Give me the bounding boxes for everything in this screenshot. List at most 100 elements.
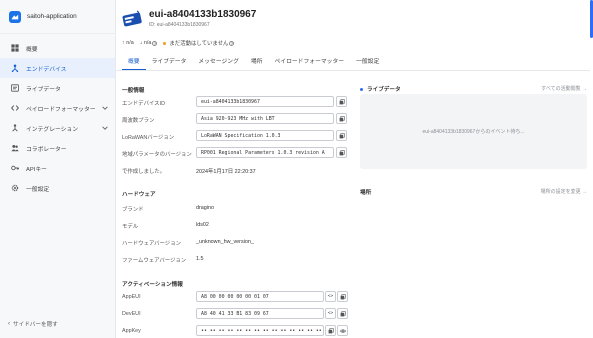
device-id-line: ID: eui-a8404133b1830967 — [149, 22, 210, 28]
sidebar-item-label: APIキー — [26, 166, 47, 173]
downlink-count: n/a — [143, 40, 152, 46]
activity-status-text: まだ活動はしていません — [169, 41, 229, 47]
device-icon — [10, 63, 20, 73]
page-title: eui-a8404133b1830967 — [149, 9, 257, 20]
regional-params-field[interactable]: RP001 Regional Parameters 1.0.3 revision… — [196, 147, 334, 158]
tab-payload-formatters[interactable]: ペイロードフォーマッター — [268, 56, 350, 70]
key-icon — [10, 163, 20, 173]
copy-icon[interactable] — [336, 96, 347, 107]
appeui-field[interactable]: A8 00 00 00 00 00 01 07 — [196, 291, 324, 302]
brand-value: dragino — [196, 205, 214, 211]
sidebar-item-label: ライブデータ — [26, 86, 61, 93]
copy-icon[interactable] — [336, 147, 347, 158]
model-value: lds02 — [196, 222, 209, 228]
appkey-label: AppKey — [122, 328, 141, 334]
sidebar-item-live-data[interactable]: ライブデータ — [0, 78, 115, 98]
sidebar-item-general-settings[interactable]: 一般設定 — [0, 178, 115, 198]
eye-icon[interactable] — [337, 325, 348, 336]
device-stats: ↑ n/a ↓ n/a? まだ活動はしていません? — [122, 39, 240, 47]
help-icon[interactable]: ? — [229, 40, 235, 46]
frequency-plan-label: 周波数プラン — [122, 118, 155, 124]
activation-info-title: アクティベーション情報 — [122, 282, 183, 288]
hide-sidebar-button[interactable]: ‹ サイドバーを隠す — [8, 320, 58, 328]
sidebar-item-payload-formatters[interactable]: ペイロードフォーマッター — [0, 98, 115, 118]
help-icon[interactable]: ? — [152, 40, 158, 46]
tab-overview[interactable]: 概要 — [122, 56, 146, 70]
change-location-link[interactable]: 場所の設定を変更 → — [541, 188, 587, 195]
copy-icon[interactable] — [337, 291, 348, 302]
firmware-version-value: 1.5 — [196, 256, 204, 262]
device-icon — [122, 10, 142, 27]
uplink-count: n/a — [126, 40, 134, 46]
brand-label: ブランド — [122, 207, 144, 213]
chevron-down-icon[interactable] — [101, 104, 109, 112]
frequency-plan-field[interactable]: Asia 920-923 MHz with LBT — [196, 113, 334, 124]
live-data-panel: eui-a8404133b1830967からのイベント待ち... — [360, 94, 587, 169]
code-icon — [10, 103, 20, 113]
deveui-label: DevEUI — [122, 311, 141, 317]
users-icon — [10, 143, 20, 153]
hardware-version-label: ハードウェアバージョン — [122, 241, 181, 247]
status-dot-icon — [163, 41, 167, 45]
lorawan-version-label: LoRaWANバージョン — [122, 135, 175, 141]
sidebar-item-api-keys[interactable]: APIキー — [0, 158, 115, 178]
live-dot-icon — [360, 87, 363, 91]
device-header: eui-a8404133b1830967 ID: eui-a8404133b18… — [122, 9, 256, 29]
grid-icon — [10, 43, 20, 53]
live-data-title: ライブデータ — [360, 85, 401, 93]
appeui-label: AppEUI — [122, 294, 141, 300]
location-title: 場所 — [360, 190, 372, 196]
copy-icon[interactable] — [336, 113, 347, 124]
integration-icon — [10, 123, 20, 133]
firmware-version-label: ファームウェアバージョン — [122, 258, 187, 264]
device-id-field[interactable]: eui-a8404133b1830967 — [196, 96, 334, 107]
sidebar-item-label: インテグレーション — [26, 126, 79, 133]
chevron-left-icon: ‹ — [8, 321, 10, 327]
code-toggle-icon[interactable]: <> — [325, 291, 336, 302]
general-info-title: 一般情報 — [122, 88, 145, 94]
deveui-field[interactable]: A8 40 41 33 B1 83 09 67 — [196, 308, 324, 319]
sidebar-item-end-devices[interactable]: エンドデバイス — [0, 58, 115, 78]
sidebar-item-label: 概要 — [26, 46, 38, 53]
live-data-title-text: ライブデータ — [367, 87, 401, 93]
device-id-label: エンドデバイスID — [122, 101, 165, 107]
hardware-version-value: _unknown_hw_version_ — [196, 239, 254, 245]
downlink-stat: ↓ n/a? — [139, 40, 158, 46]
device-tabs: 概要 ライブデータ メッセージング 場所 ペイロードフォーマッター 一般設定 — [122, 56, 385, 70]
model-label: モデル — [122, 224, 139, 230]
view-all-activity-link[interactable]: すべての活動閲覧 → — [541, 85, 587, 92]
sidebar-item-label: エンドデバイス — [26, 66, 67, 73]
sidebar-item-collaborators[interactable]: コラボレーター — [0, 138, 115, 158]
activity-status: まだ活動はしていません? — [163, 39, 235, 47]
created-at-value: 2024年1月17日 22:20:37 — [196, 169, 256, 175]
tab-general-settings[interactable]: 一般設定 — [350, 56, 385, 70]
copy-icon[interactable] — [325, 325, 336, 336]
copy-icon[interactable] — [336, 130, 347, 141]
uplink-stat: ↑ n/a — [122, 40, 134, 46]
sidebar-item-overview[interactable]: 概要 — [0, 38, 115, 58]
gear-icon — [10, 183, 20, 193]
appkey-field[interactable]: •• •• •• •• •• •• •• •• •• •• •• •• •• •… — [196, 325, 324, 336]
hardware-title: ハードウェア — [122, 192, 156, 198]
app-name: saitoh-application — [27, 13, 77, 20]
code-toggle-icon[interactable]: <> — [325, 308, 336, 319]
app-header[interactable]: saitoh-application — [0, 0, 115, 34]
sidebar-item-label: 一般設定 — [26, 186, 50, 193]
list-icon — [10, 83, 20, 93]
sidebar-item-label: ペイロードフォーマッター — [26, 106, 96, 113]
regional-params-label: 地域パラメータのバージョン — [122, 152, 192, 158]
chevron-down-icon[interactable] — [101, 124, 109, 132]
app-logo-icon — [9, 10, 21, 23]
lorawan-version-field[interactable]: LoRaWAN Specification 1.0.3 — [196, 130, 334, 141]
tabs-divider — [116, 70, 590, 71]
tab-location[interactable]: 場所 — [245, 56, 269, 70]
waiting-events-text: eui-a8404133b1830967からのイベント待ち... — [422, 129, 525, 135]
sidebar-item-integrations[interactable]: インテグレーション — [0, 118, 115, 138]
tab-live-data[interactable]: ライブデータ — [146, 56, 193, 70]
hide-sidebar-label: サイドバーを隠す — [13, 322, 58, 328]
sidebar-item-label: コラボレーター — [26, 146, 67, 153]
tab-messaging[interactable]: メッセージング — [192, 56, 244, 70]
sidebar-nav: 概要 エンドデバイス ライブデータ ペイロードフォーマッター インテグレーション… — [0, 34, 115, 198]
copy-icon[interactable] — [337, 308, 348, 319]
main-content: eui-a8404133b1830967 ID: eui-a8404133b18… — [116, 0, 593, 338]
